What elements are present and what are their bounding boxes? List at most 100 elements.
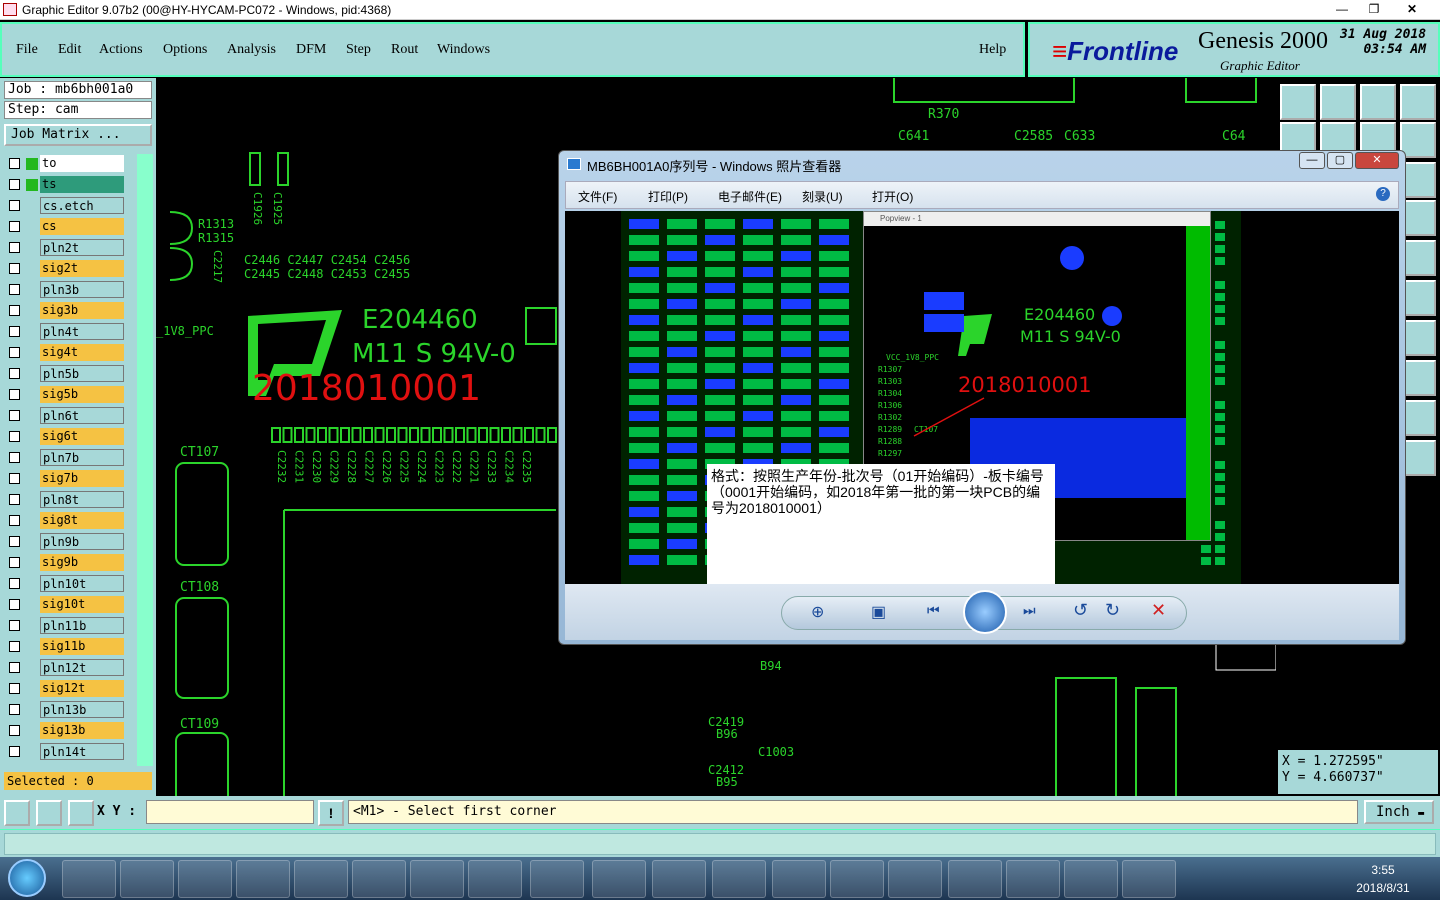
layer-row[interactable]: pln8t xyxy=(4,490,132,511)
menu-dfm[interactable]: DFM xyxy=(296,42,326,58)
viewer-menu-file[interactable]: 文件(F) xyxy=(578,188,617,205)
rotate-left-icon[interactable]: ↺ xyxy=(1073,600,1088,621)
layer-checkbox[interactable] xyxy=(9,515,20,526)
zoom-icon[interactable]: ⊕ xyxy=(811,602,824,622)
layer-row[interactable]: sig10t xyxy=(4,595,132,616)
taskbar-genesis-1[interactable] xyxy=(948,860,1002,898)
layer-scrollbar[interactable] xyxy=(137,154,153,766)
window-icon[interactable] xyxy=(1400,84,1436,120)
layer-row[interactable]: pln9b xyxy=(4,532,132,553)
viewer-menu-burn[interactable]: 刻录(U) xyxy=(802,188,843,205)
layer-checkbox[interactable] xyxy=(9,326,20,337)
menu-actions[interactable]: Actions xyxy=(99,42,143,58)
layer-row[interactable]: cs.etch xyxy=(4,196,132,217)
next-icon[interactable]: ⏭ xyxy=(1023,602,1036,619)
fit-window-icon[interactable]: ▣ xyxy=(871,602,886,622)
taskbar-app-eye[interactable] xyxy=(888,860,942,898)
layer-checkbox[interactable] xyxy=(9,410,20,421)
taskbar-genesis-3[interactable] xyxy=(1064,860,1118,898)
layer-checkbox[interactable] xyxy=(9,263,20,274)
slideshow-button[interactable] xyxy=(963,590,1007,634)
layer-checkbox[interactable] xyxy=(9,473,20,484)
layer-row[interactable]: pln12t xyxy=(4,658,132,679)
menu-help[interactable]: Help xyxy=(979,42,1006,58)
viewer-maximize-button[interactable]: ▢ xyxy=(1327,152,1353,169)
viewer-menu-open[interactable]: 打开(O) xyxy=(872,188,913,205)
layer-checkbox[interactable] xyxy=(9,536,20,547)
taskbar-excel-3[interactable] xyxy=(410,860,464,898)
layer-checkbox[interactable] xyxy=(9,557,20,568)
layer-checkbox[interactable] xyxy=(9,746,20,757)
layer-row[interactable]: to xyxy=(4,154,132,175)
layer-row[interactable]: pln11b xyxy=(4,616,132,637)
taskbar-excel-1[interactable] xyxy=(294,860,348,898)
layer-checkbox[interactable] xyxy=(9,305,20,316)
rotate-right-icon[interactable]: ↻ xyxy=(1105,600,1120,621)
unit-selector[interactable]: Inch ▬ xyxy=(1364,800,1434,824)
close-button[interactable]: ✕ xyxy=(1398,1,1426,18)
layer-row[interactable]: sig6t xyxy=(4,427,132,448)
layer-row[interactable]: sig13b xyxy=(4,721,132,742)
taskbar-excel-2[interactable] xyxy=(352,860,406,898)
warning-icon[interactable]: ! xyxy=(318,800,344,826)
layer-checkbox[interactable] xyxy=(9,704,20,715)
layer-row[interactable]: ts xyxy=(4,175,132,196)
menu-analysis[interactable]: Analysis xyxy=(227,42,276,58)
taskbar-app-shell[interactable] xyxy=(62,860,116,898)
zoom-box-icon[interactable] xyxy=(36,800,62,826)
maximize-button[interactable]: ❐ xyxy=(1360,1,1388,18)
layer-row[interactable]: pln5b xyxy=(4,364,132,385)
previous-icon[interactable]: ⏮ xyxy=(927,602,940,619)
viewer-menu-print[interactable]: 打印(P) xyxy=(648,188,688,205)
home-icon[interactable] xyxy=(1360,84,1396,120)
taskbar-genesis-4[interactable] xyxy=(1122,860,1176,898)
layer-checkbox[interactable] xyxy=(9,599,20,610)
viewer-close-button[interactable]: ✕ xyxy=(1355,152,1399,169)
delete-icon[interactable]: ✕ xyxy=(1151,600,1166,621)
layer-row[interactable]: sig5b xyxy=(4,385,132,406)
layer-checkbox[interactable] xyxy=(9,725,20,736)
layer-row[interactable]: sig2t xyxy=(4,259,132,280)
layer-row[interactable]: sig9b xyxy=(4,553,132,574)
layer-checkbox[interactable] xyxy=(9,662,20,673)
job-matrix-button[interactable]: Job Matrix ... xyxy=(4,124,152,146)
down-step-icon[interactable] xyxy=(1320,84,1356,120)
menu-edit[interactable]: Edit xyxy=(58,42,81,58)
taskbar-app-g[interactable] xyxy=(120,860,174,898)
layer-row[interactable]: sig11b xyxy=(4,637,132,658)
layer-row[interactable]: pln4t xyxy=(4,322,132,343)
zoom-fit-icon[interactable] xyxy=(4,800,30,826)
layer-row[interactable]: pln2t xyxy=(4,238,132,259)
minimize-button[interactable]: — xyxy=(1328,1,1356,18)
taskbar-clock[interactable]: 3:55 2018/8/31 xyxy=(1348,861,1418,897)
taskbar-photo-viewer[interactable] xyxy=(652,860,706,898)
layer-row[interactable]: sig3b xyxy=(4,301,132,322)
taskbar-calculator[interactable] xyxy=(592,860,646,898)
taskbar-messenger[interactable] xyxy=(772,860,826,898)
layer-row[interactable]: pln7b xyxy=(4,448,132,469)
taskbar-word[interactable] xyxy=(530,860,584,898)
layer-checkbox[interactable] xyxy=(9,347,20,358)
layer-checkbox[interactable] xyxy=(9,368,20,379)
layer-row[interactable]: sig7b xyxy=(4,469,132,490)
start-button[interactable] xyxy=(4,857,48,900)
layer-row[interactable]: pln3b xyxy=(4,280,132,301)
layer-row[interactable]: sig4t xyxy=(4,343,132,364)
layer-checkbox[interactable] xyxy=(9,452,20,463)
layer-checkbox[interactable] xyxy=(9,200,20,211)
layer-checkbox[interactable] xyxy=(9,683,20,694)
layer-row[interactable]: sig8t xyxy=(4,511,132,532)
xy-input[interactable] xyxy=(146,800,314,824)
layer-checkbox[interactable] xyxy=(9,284,20,295)
layer-checkbox[interactable] xyxy=(9,494,20,505)
taskbar-app-save[interactable] xyxy=(178,860,232,898)
layer-checkbox[interactable] xyxy=(9,179,20,190)
layer-checkbox[interactable] xyxy=(9,431,20,442)
taskbar-ie[interactable] xyxy=(830,860,884,898)
menu-file[interactable]: File xyxy=(16,42,38,58)
grid-icon[interactable] xyxy=(68,800,94,826)
layer-checkbox[interactable] xyxy=(9,242,20,253)
taskbar-excel-4[interactable] xyxy=(468,860,522,898)
viewer-minimize-button[interactable]: — xyxy=(1299,152,1325,169)
menu-windows[interactable]: Windows xyxy=(437,42,490,58)
